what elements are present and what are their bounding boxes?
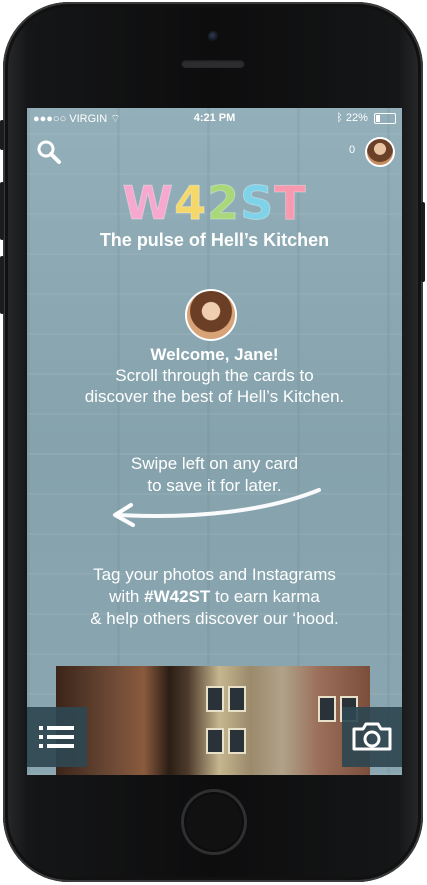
camera-button[interactable] bbox=[342, 707, 402, 767]
tag-hint: Tag your photos and Instagrams with #W42… bbox=[27, 564, 402, 630]
welcome-line-2: discover the best of Hell’s Kitchen. bbox=[84, 387, 345, 406]
app-logo: W42ST bbox=[27, 176, 402, 231]
swipe-hint-line-1: Swipe left on any card bbox=[130, 454, 299, 473]
tag-hint-suffix: to earn karma bbox=[210, 587, 320, 606]
bluetooth-icon: ᛒ bbox=[336, 112, 343, 124]
menu-button[interactable] bbox=[27, 707, 87, 767]
avatar[interactable] bbox=[365, 137, 395, 167]
card-photo-window bbox=[228, 686, 246, 712]
tag-hint-line-3: & help others discover our ‘hood. bbox=[90, 609, 339, 628]
tag-hint-line-1: Tag your photos and Instagrams bbox=[93, 565, 336, 584]
welcome-line-1: Scroll through the cards to bbox=[115, 366, 314, 385]
welcome-message: Welcome, Jane! Scroll through the cards … bbox=[27, 344, 402, 407]
tag-hint-line-2: with #W42ST to earn karma bbox=[27, 586, 402, 608]
logo-letter: S bbox=[240, 176, 275, 231]
battery-fill bbox=[376, 114, 380, 122]
camera-icon bbox=[352, 722, 392, 751]
home-button[interactable] bbox=[181, 789, 247, 855]
welcome-greeting: Welcome, Jane! bbox=[150, 345, 279, 364]
app-screen: ●●●○○ VIRGIN ⌔ 4:21 PM ᛒ 22% 0 W42ST The… bbox=[27, 108, 402, 775]
user-avatar bbox=[185, 289, 237, 341]
list-icon bbox=[39, 726, 74, 748]
tag-hint-prefix: with bbox=[109, 587, 145, 606]
hashtag: #W42ST bbox=[144, 587, 211, 606]
volume-down-button bbox=[0, 256, 4, 314]
card-photo-window bbox=[206, 686, 224, 712]
logo-letter: W bbox=[122, 176, 175, 231]
battery-percent: 22% bbox=[345, 112, 368, 124]
mute-switch bbox=[0, 120, 4, 150]
status-bar: ●●●○○ VIRGIN ⌔ 4:21 PM ᛒ 22% bbox=[27, 108, 402, 128]
app-tagline: The pulse of Hell’s Kitchen bbox=[99, 230, 330, 250]
logo-letter: 2 bbox=[207, 176, 241, 231]
card-photo-window bbox=[206, 728, 224, 754]
logo-letter: 4 bbox=[174, 176, 208, 231]
earpiece-speaker bbox=[181, 59, 245, 68]
battery-icon bbox=[374, 112, 396, 124]
battery-area: ᛒ 22% bbox=[336, 112, 396, 124]
card-photo-window bbox=[318, 696, 336, 722]
search-icon[interactable] bbox=[36, 139, 62, 165]
logo-letter: T bbox=[274, 176, 307, 231]
volume-up-button bbox=[0, 182, 4, 240]
card-photo-window bbox=[228, 728, 246, 754]
karma-count: 0 bbox=[349, 144, 356, 156]
swipe-left-arrow-icon bbox=[113, 488, 321, 527]
power-button bbox=[421, 202, 425, 282]
front-camera bbox=[208, 31, 219, 42]
photo-card[interactable] bbox=[56, 666, 370, 775]
